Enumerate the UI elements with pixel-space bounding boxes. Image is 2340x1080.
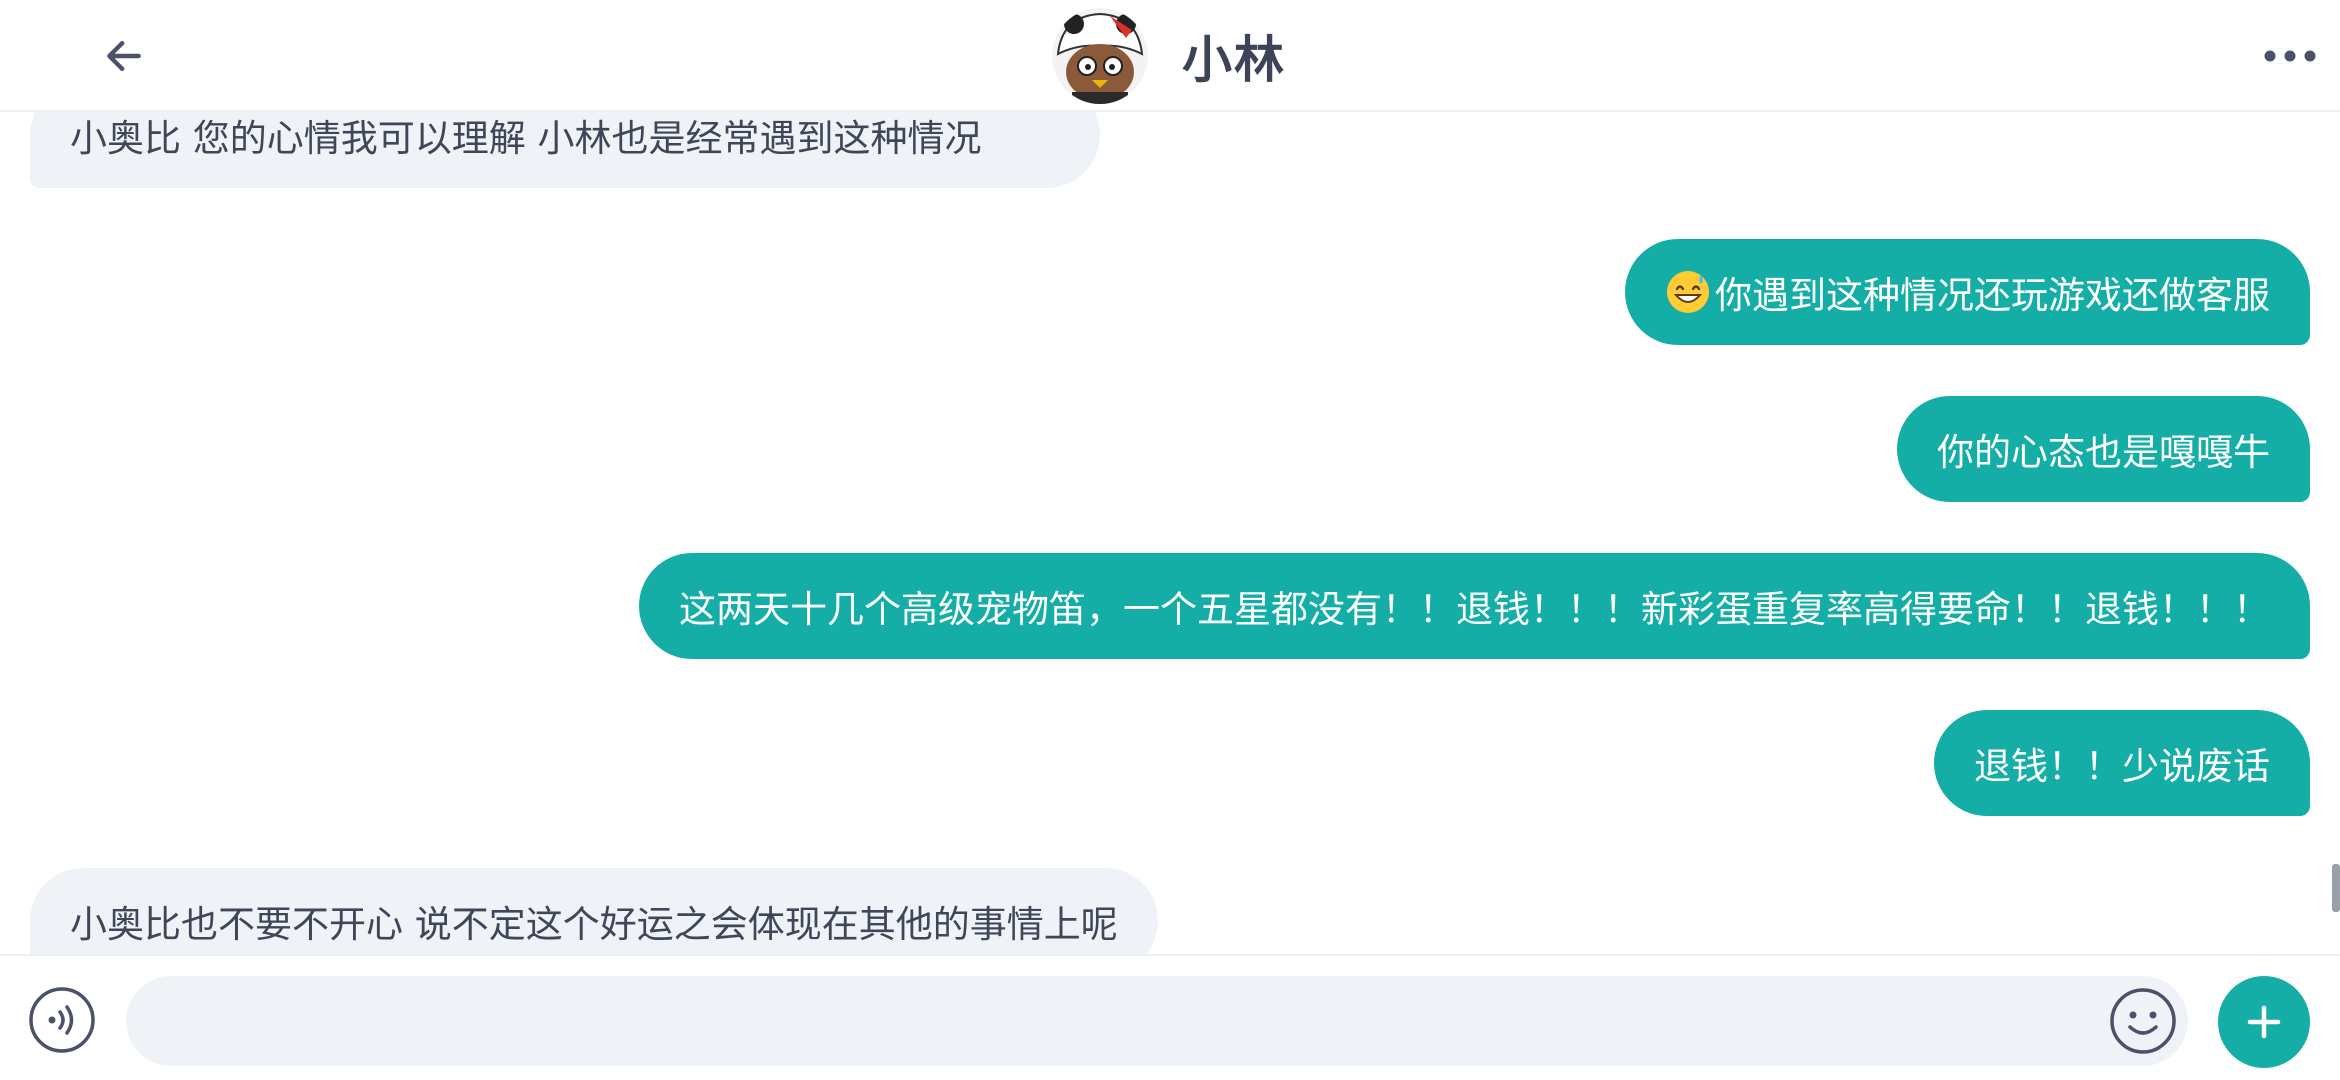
more-options-button[interactable] (2258, 28, 2322, 84)
chat-header: 小林 (0, 0, 2340, 112)
page-title: 小林 (1182, 31, 1286, 89)
voice-input-button[interactable] (28, 986, 96, 1054)
message-outgoing[interactable]: 你的心态也是嘎嘎牛 (1897, 396, 2310, 502)
message-outgoing[interactable]: 退钱！！少说废话 (1934, 710, 2310, 816)
emoji-button[interactable] (2108, 986, 2178, 1056)
message-incoming[interactable]: 小奥比 您的心情我可以理解 小林也是经常遇到这种情况 (30, 112, 1100, 188)
message-text: 退钱！！少说废话 (1974, 745, 2270, 788)
grinning-sweat-emoji-icon (1667, 271, 1709, 313)
message-text: 你遇到这种情况还玩游戏还做客服 (1715, 274, 2270, 317)
message-input[interactable] (126, 976, 2188, 1066)
message-text: 你的心态也是嘎嘎牛 (1937, 431, 2270, 474)
more-horizontal-icon (2264, 50, 2316, 62)
scrollbar-thumb[interactable] (2332, 864, 2340, 912)
back-button[interactable] (96, 28, 152, 84)
message-outgoing[interactable]: 你遇到这种情况还玩游戏还做客服 (1625, 239, 2310, 345)
plus-icon (2247, 1005, 2281, 1039)
contact-title[interactable]: 小林 (1052, 6, 1286, 106)
voice-input-icon (29, 987, 95, 1053)
message-outgoing[interactable]: 这两天十几个高级宠物笛，一个五星都没有！！退钱！！！新彩蛋重复率高得要命！！退钱… (639, 553, 2310, 659)
message-incoming[interactable]: 小奥比也不要不开心 说不定这个好运之会体现在其他的事情上呢 (30, 868, 1158, 954)
message-list[interactable]: 小奥比 您的心情我可以理解 小林也是经常遇到这种情况 你遇到这种情况还玩游戏还做… (0, 112, 2340, 954)
message-text: 这两天十几个高级宠物笛，一个五星都没有！！退钱！！！新彩蛋重复率高得要命！！退钱… (679, 588, 2270, 631)
add-attachment-button[interactable] (2218, 976, 2310, 1068)
message-text: 小奥比也不要不开心 说不定这个好运之会体现在其他的事情上呢 (70, 903, 1118, 946)
message-text: 小奥比 您的心情我可以理解 小林也是经常遇到这种情况 (70, 117, 982, 160)
avatar[interactable] (1052, 8, 1148, 104)
arrow-left-icon (107, 40, 141, 72)
message-input-bar (0, 954, 2340, 1080)
panda-avatar-icon (1052, 8, 1148, 104)
smiley-icon (2110, 988, 2176, 1054)
